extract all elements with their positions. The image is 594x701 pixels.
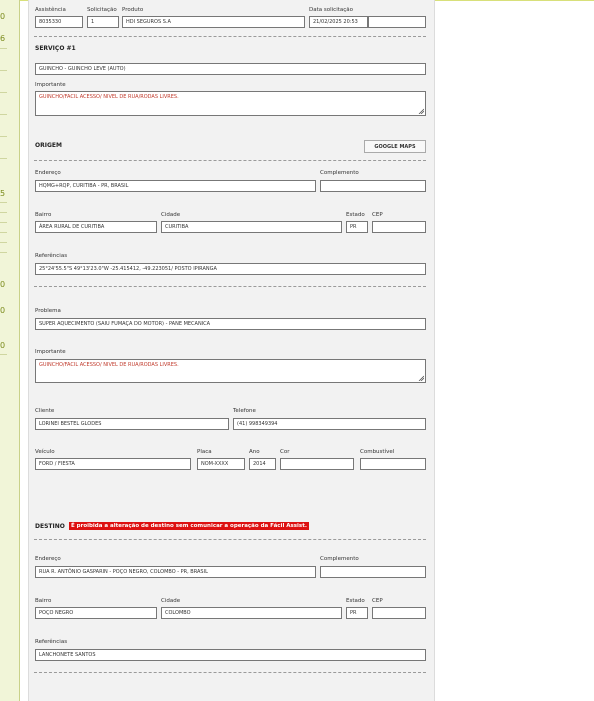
origem-estado-field[interactable]: PR [346,221,368,233]
sidebar-divider [0,354,7,355]
destino-endereco-field[interactable]: RUA R. ANTÔNIO GASPARIN - POÇO NEGRO, CO… [35,566,316,578]
hora-field[interactable] [368,16,426,28]
destino-warning-badge: É proibida a alteração de destino sem co… [69,522,309,530]
section-divider [34,539,426,540]
servico-importante-text: GUINCHO/FACIL ACESSO/ NIVEL DE RUA/RODAS… [39,94,179,100]
sidebar-divider [0,70,7,71]
servico-importante-textarea[interactable]: GUINCHO/FACIL ACESSO/ NIVEL DE RUA/RODAS… [35,91,426,116]
origem-cidade-field[interactable]: CURITIBA [161,221,342,233]
origem-referencias-label: Referências [35,253,68,259]
destino-cidade-label: Cidade [161,598,181,604]
sidebar-number: 0 [0,280,6,289]
destino-complemento-label: Complemento [320,556,359,562]
origem-complemento-label: Complemento [320,170,359,176]
cliente-label: Cliente [35,408,55,414]
destino-estado-label: Estado [346,598,365,604]
combustivel-field[interactable] [360,458,426,470]
origem-referencias-field[interactable]: 25°24'55.5"S 49°13'23.0"W -25.415412, -4… [35,263,426,275]
destino-referencias-label: Referências [35,639,68,645]
sidebar-divider [0,136,7,137]
ano-label: Ano [249,449,260,455]
destino-referencias-field[interactable]: LANCHONETE SANTOS [35,649,426,661]
section-divider [34,36,426,37]
origem-estado-label: Estado [346,212,365,218]
destino-bairro-field[interactable]: POÇO NEGRO [35,607,157,619]
destino-cep-label: CEP [372,598,383,604]
problema-importante-textarea[interactable]: GUINCHO/FACIL ACESSO/ NIVEL DE RUA/RODAS… [35,359,426,383]
origem-complemento-field[interactable] [320,180,426,192]
telefone-field[interactable]: (41) 998349394 [233,418,426,430]
placa-field[interactable]: NOM-XXXX [197,458,245,470]
resize-handle-icon[interactable] [418,375,424,381]
section-divider [34,286,426,287]
destino-bairro-label: Bairro [35,598,52,604]
section-divider [34,160,426,161]
google-maps-button[interactable]: GOOGLE MAPS [364,140,426,153]
origem-endereco-label: Endereço [35,170,61,176]
origem-cep-field[interactable] [372,221,426,233]
problema-importante-label: Importante [35,349,66,355]
cor-field[interactable] [280,458,354,470]
produto-label: Produto [122,7,144,13]
destino-complemento-field[interactable] [320,566,426,578]
destino-cep-field[interactable] [372,607,426,619]
problema-field[interactable]: SUPER AQUECIMENTO (SAIU FUMAÇA DO MOTOR)… [35,318,426,330]
destino-title: DESTINO [35,523,65,530]
sidebar-divider [0,212,7,213]
origem-bairro-field[interactable]: ÁREA RURAL DE CURITIBA [35,221,157,233]
sidebar-divider [0,202,7,203]
origem-cidade-label: Cidade [161,212,181,218]
cor-label: Cor [280,449,290,455]
veiculo-field[interactable]: FORD / FIESTA [35,458,191,470]
sidebar-divider [0,232,7,233]
sidebar-number: 0 [0,341,6,350]
assistencia-field[interactable]: 8035330 [35,16,83,28]
origem-endereco-field[interactable]: HQMG+RQP, CURITIBA - PR, BRASIL [35,180,316,192]
servico-importante-label: Importante [35,82,66,88]
solicitacao-field[interactable]: 1 [87,16,119,28]
telefone-label: Telefone [233,408,256,414]
destino-endereco-label: Endereço [35,556,61,562]
sidebar-number: 5 [0,189,6,198]
data-solicitacao-field[interactable]: 21/02/2025 20:53 [309,16,368,28]
sidebar-divider [0,92,7,93]
resize-handle-icon[interactable] [418,108,424,114]
sidebar-divider [0,114,7,115]
section-divider [34,672,426,673]
solicitacao-label: Solicitação [87,7,117,13]
origem-bairro-label: Bairro [35,212,52,218]
sidebar-number: 0 [0,12,6,21]
origem-cep-label: CEP [372,212,383,218]
destino-estado-field[interactable]: PR [346,607,368,619]
combustivel-label: Combustível [360,449,395,455]
sidebar-number: 0 [0,306,6,315]
placa-label: Placa [197,449,212,455]
sidebar-divider [0,222,7,223]
veiculo-label: Veículo [35,449,55,455]
servico-tipo-field[interactable]: GUINCHO - GUINCHO LEVE (AUTO) [35,63,426,75]
origem-title: ORIGEM [35,142,62,149]
sidebar-divider [0,158,7,159]
sidebar-divider [0,252,7,253]
sidebar-divider [0,48,7,49]
produto-field[interactable]: HDI SEGUROS S.A [122,16,305,28]
data-solicitacao-label: Data solicitação [309,7,354,13]
problema-label: Problema [35,308,61,314]
sidebar-divider [0,242,7,243]
problema-importante-text: GUINCHO/FACIL ACESSO/ NIVEL DE RUA/RODAS… [39,362,179,368]
assistencia-label: Assistência [35,7,66,13]
destino-cidade-field[interactable]: COLOMBO [161,607,342,619]
servico-title: SERVIÇO #1 [35,45,76,52]
cliente-field[interactable]: LORINEI BESTEL GLODES [35,418,229,430]
left-sidebar: 0 6 5 0 0 0 [0,0,20,701]
ano-field[interactable]: 2014 [249,458,276,470]
sidebar-number: 6 [0,34,6,43]
